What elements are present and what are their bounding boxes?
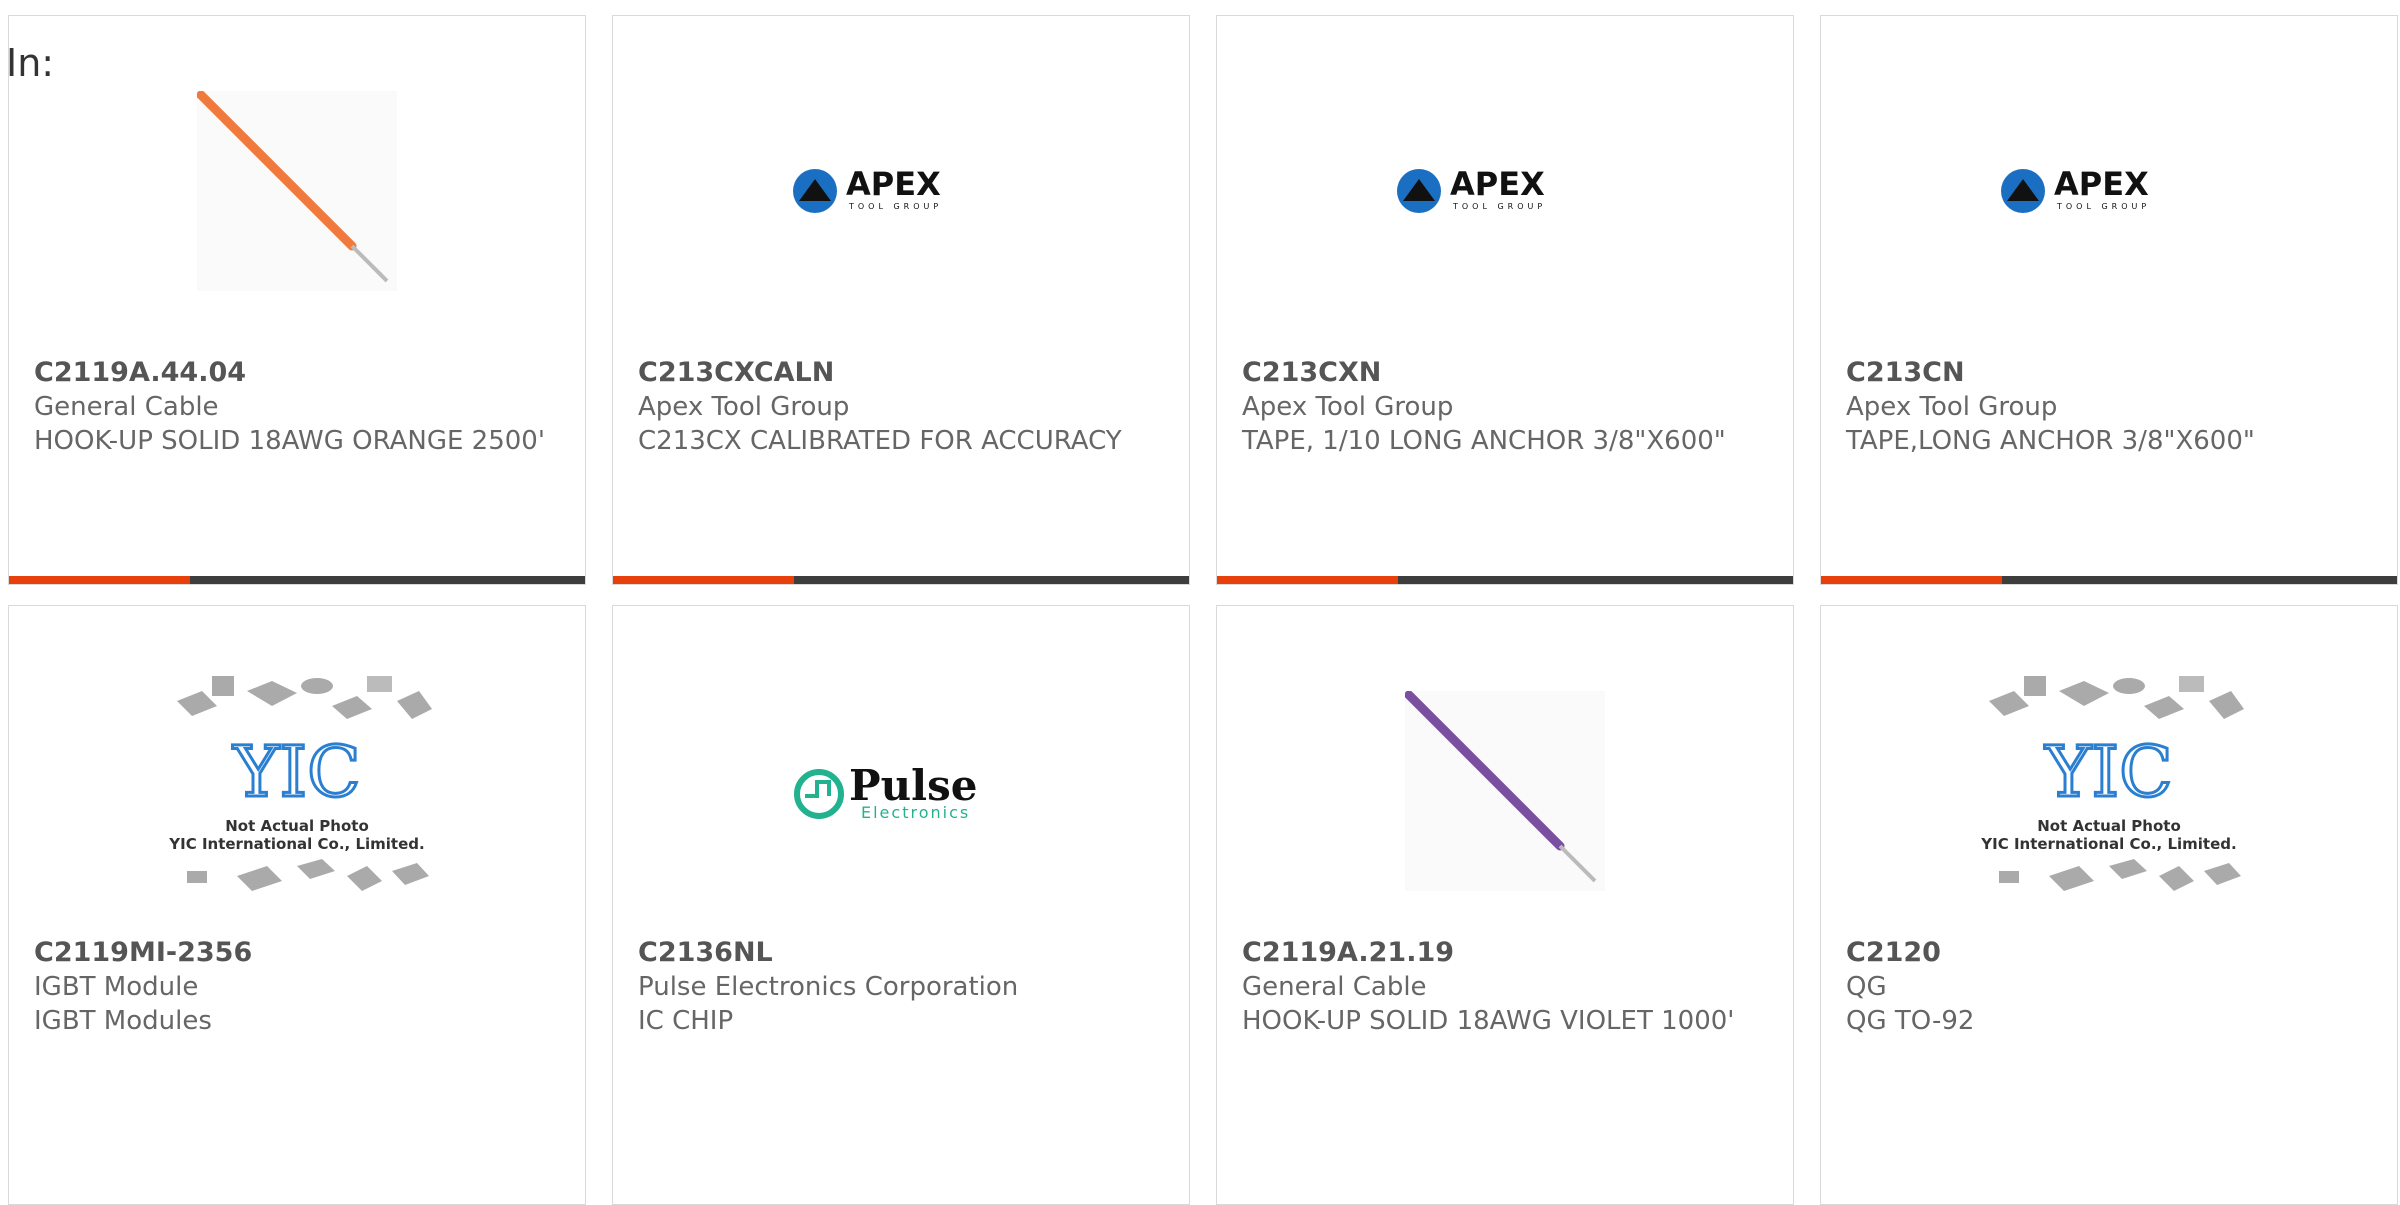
apex-logo-icon: APEX TOOL GROUP [793, 165, 942, 213]
orange-wire-icon [197, 91, 397, 291]
card-footer-bar [613, 576, 1189, 584]
description: QG TO-92 [1846, 1006, 1975, 1036]
description: HOOK-UP SOLID 18AWG VIOLET 1000' [1242, 1006, 1735, 1036]
part-number[interactable]: C2120 [1846, 936, 2372, 970]
yic-placeholder-icon: YIC Not Actual Photo YIC International C… [1980, 676, 2244, 891]
manufacturer: General Cable [34, 392, 219, 422]
manufacturer: QG [1846, 972, 1887, 1002]
card-footer-bar [1217, 576, 1793, 584]
svg-text:YIC International Co., Limited: YIC International Co., Limited. [1980, 835, 2236, 853]
svg-text:Not Actual Photo: Not Actual Photo [2037, 817, 2181, 835]
svg-text:YIC: YIC [232, 731, 360, 813]
part-number[interactable]: C213CXCALN [638, 356, 1164, 390]
product-card[interactable]: C2119A.44.04 General Cable HOOK-UP SOLID… [8, 15, 586, 585]
description: C213CX CALIBRATED FOR ACCURACY [638, 426, 1122, 456]
svg-text:TOOL GROUP: TOOL GROUP [1452, 202, 1546, 211]
svg-text:TOOL GROUP: TOOL GROUP [848, 202, 942, 211]
svg-text:APEX: APEX [1450, 165, 1545, 203]
card-footer-bar [1821, 576, 2397, 584]
svg-text:APEX: APEX [846, 165, 941, 203]
description: HOOK-UP SOLID 18AWG ORANGE 2500' [34, 426, 545, 456]
svg-text:YIC International Co., Limited: YIC International Co., Limited. [168, 835, 424, 853]
part-number[interactable]: C2136NL [638, 936, 1164, 970]
description: IC CHIP [638, 1006, 734, 1036]
part-number[interactable]: C2119A.44.04 [34, 356, 560, 390]
manufacturer: Apex Tool Group [1846, 392, 2058, 422]
product-card[interactable]: APEX TOOL GROUP C213CN Apex Tool Group T… [1820, 15, 2398, 585]
product-card[interactable]: APEX TOOL GROUP C213CXN Apex Tool Group … [1216, 15, 1794, 585]
product-card[interactable]: C2119A.21.19 General Cable HOOK-UP SOLID… [1216, 605, 1794, 1205]
product-image[interactable]: APEX TOOL GROUP [1217, 56, 1793, 326]
pulse-logo-icon: Pulse Electronics [794, 761, 977, 822]
apex-logo-icon: APEX TOOL GROUP [1397, 165, 1546, 213]
product-image[interactable]: YIC Not Actual Photo YIC International C… [1821, 656, 2397, 926]
manufacturer: Apex Tool Group [1242, 392, 1454, 422]
svg-text:APEX: APEX [2054, 165, 2149, 203]
svg-text:TOOL GROUP: TOOL GROUP [2056, 202, 2150, 211]
part-number[interactable]: C2119MI-2356 [34, 936, 560, 970]
yic-placeholder-icon: YIC Not Actual Photo YIC International C… [168, 676, 432, 891]
product-image[interactable] [9, 56, 585, 326]
apex-logo-icon: APEX TOOL GROUP [2001, 165, 2150, 213]
product-image[interactable]: APEX TOOL GROUP [1821, 56, 2397, 326]
product-image[interactable]: YIC Not Actual Photo YIC International C… [9, 656, 585, 926]
manufacturer: Apex Tool Group [638, 392, 850, 422]
svg-text:YIC: YIC [2044, 731, 2172, 813]
product-image[interactable]: Pulse Electronics [613, 656, 1189, 926]
description: TAPE,LONG ANCHOR 3/8"X600" [1846, 426, 2255, 456]
product-image[interactable] [1217, 656, 1793, 926]
part-number[interactable]: C213CXN [1242, 356, 1768, 390]
manufacturer: IGBT Module [34, 972, 199, 1002]
description: TAPE, 1/10 LONG ANCHOR 3/8"X600" [1242, 426, 1726, 456]
violet-wire-icon [1405, 691, 1605, 891]
manufacturer: General Cable [1242, 972, 1427, 1002]
product-image[interactable]: APEX TOOL GROUP [613, 56, 1189, 326]
product-card[interactable]: APEX TOOL GROUP C213CXCALN Apex Tool Gro… [612, 15, 1190, 585]
product-card[interactable]: Pulse Electronics C2136NL Pulse Electron… [612, 605, 1190, 1205]
manufacturer: Pulse Electronics Corporation [638, 972, 1019, 1002]
filter-label: In: [6, 41, 55, 85]
description: IGBT Modules [34, 1006, 212, 1036]
part-number[interactable]: C2119A.21.19 [1242, 936, 1768, 970]
card-footer-bar [9, 576, 585, 584]
part-number[interactable]: C213CN [1846, 356, 2372, 390]
product-card[interactable]: YIC Not Actual Photo YIC International C… [1820, 605, 2398, 1205]
svg-text:Not Actual Photo: Not Actual Photo [225, 817, 369, 835]
svg-text:Electronics: Electronics [861, 803, 970, 822]
product-card[interactable]: YIC Not Actual Photo YIC International C… [8, 605, 586, 1205]
